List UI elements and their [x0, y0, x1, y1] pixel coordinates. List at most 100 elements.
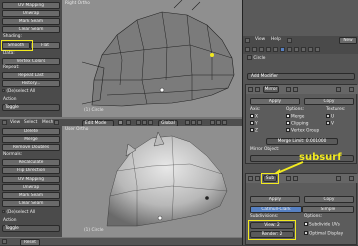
- checkbox-icon: [304, 231, 308, 235]
- layer-icon[interactable]: [191, 120, 196, 125]
- add-modifier-dropdown[interactable]: Add Modifier: [247, 73, 355, 80]
- display-toggle-icon[interactable]: [286, 176, 291, 181]
- texture-u-checkbox[interactable]: U: [326, 114, 334, 121]
- editor-type-icon[interactable]: [245, 38, 250, 43]
- viewport-bottom[interactable]: User Ortho (1) Circle: [62, 126, 242, 237]
- editmode-toggle-icon[interactable]: [293, 87, 298, 92]
- repeat-last-button[interactable]: Repeat Last: [2, 72, 60, 79]
- world-tab-icon[interactable]: [259, 47, 264, 52]
- action-dropdown[interactable]: Toggle: [2, 225, 60, 232]
- wrench-icon[interactable]: [280, 47, 285, 52]
- manipulator-icon[interactable]: [136, 120, 141, 125]
- simple-tab[interactable]: Simple: [302, 206, 354, 213]
- data-tab-icon[interactable]: [287, 47, 292, 52]
- smooth-highlight-box: [1, 40, 33, 51]
- horse-smooth-mesh: [106, 131, 228, 227]
- physics-tab-icon[interactable]: [315, 47, 320, 52]
- axis-y-checkbox[interactable]: Y: [250, 121, 258, 128]
- flip-direction-button[interactable]: Flip Direction: [2, 167, 60, 174]
- mark-seam-button[interactable]: Mark Seam: [2, 18, 60, 25]
- vertex-group-checkbox[interactable]: Vertex Group: [286, 128, 319, 135]
- catmull-clark-tab[interactable]: Catmull-Clark: [250, 206, 302, 213]
- move-up-icon[interactable]: [336, 87, 341, 92]
- move-up-icon[interactable]: [336, 176, 341, 181]
- axis-z-checkbox[interactable]: Z: [250, 128, 258, 135]
- merge-button[interactable]: Merge: [2, 136, 60, 143]
- select-menu[interactable]: Select: [24, 120, 37, 126]
- rotate-icon[interactable]: [148, 120, 153, 125]
- view-menu[interactable]: View: [10, 120, 20, 126]
- expand-icon[interactable]: [248, 176, 253, 181]
- textures-label: Textures:: [326, 107, 346, 112]
- action-label: Action: [3, 218, 17, 223]
- checkbox-icon: [286, 114, 290, 118]
- horse-wireframe-mesh: [81, 0, 235, 107]
- options-label: Options:: [286, 107, 305, 112]
- layer-icon[interactable]: [197, 120, 202, 125]
- view-menu[interactable]: View: [255, 37, 265, 43]
- uv-mapping-button[interactable]: UV Mapping: [2, 2, 60, 9]
- levels-highlight-box: [248, 220, 296, 240]
- vertex-select-icon[interactable]: [210, 120, 215, 125]
- checkbox-icon: [304, 222, 308, 226]
- close-icon[interactable]: [349, 87, 354, 92]
- subsurf-copy-button[interactable]: Copy: [304, 196, 354, 203]
- editor-type-icon[interactable]: [2, 239, 7, 244]
- object-tab-icon[interactable]: [266, 47, 271, 52]
- pivot-icon[interactable]: [126, 120, 131, 125]
- unwrap-button[interactable]: Unwrap: [2, 184, 60, 191]
- bottom-viewport-header: Reset: [0, 237, 242, 246]
- subdivide-uvs-checkbox[interactable]: Subdivide UVs: [304, 222, 340, 229]
- expand-icon[interactable]: [248, 87, 253, 92]
- history-button[interactable]: History...: [2, 80, 60, 87]
- mark-seam-button[interactable]: Mark Seam: [2, 192, 60, 199]
- checkbox-icon: [286, 128, 290, 132]
- action-dropdown[interactable]: Toggle: [2, 104, 60, 111]
- edge-select-icon[interactable]: [216, 120, 221, 125]
- texture-tab-icon[interactable]: [301, 47, 306, 52]
- reset-button-bottom[interactable]: Reset: [20, 238, 40, 246]
- mesh-menu[interactable]: Mesh: [42, 120, 53, 126]
- unwrap-button[interactable]: Unwrap: [2, 10, 60, 17]
- render-tab-icon[interactable]: [245, 47, 250, 52]
- constraints-tab-icon[interactable]: [273, 47, 278, 52]
- select-all-label[interactable]: (De)select All: [2, 210, 35, 216]
- clear-seam-button[interactable]: Clear Seam: [2, 26, 60, 33]
- particles-tab-icon[interactable]: [308, 47, 313, 52]
- select-all-label[interactable]: (De)select All: [2, 89, 35, 95]
- close-icon[interactable]: [349, 176, 354, 181]
- recalculate-button[interactable]: Recalculate: [2, 159, 60, 166]
- merge-limit-field[interactable]: Merge Limit: 0.001000: [266, 138, 338, 145]
- mirror-name-field[interactable]: Mirror: [263, 86, 279, 93]
- display-toggle-icon[interactable]: [286, 87, 291, 92]
- remove-doubles-button[interactable]: Remove Doubles: [2, 144, 60, 151]
- face-select-icon[interactable]: [222, 120, 227, 125]
- vertex-colors-button[interactable]: Vertex Colors: [2, 58, 60, 65]
- material-tab-icon[interactable]: [294, 47, 299, 52]
- new-button[interactable]: New: [339, 37, 357, 44]
- viewport-top[interactable]: Right Ortho (1) Circle: [62, 0, 242, 117]
- mirror-copy-button[interactable]: Copy: [304, 98, 354, 105]
- help-menu[interactable]: Help: [271, 37, 281, 43]
- flat-button[interactable]: Flat: [30, 42, 60, 49]
- triangle-icon: [2, 89, 5, 92]
- uv-mapping-button[interactable]: UV Mapping: [2, 176, 60, 183]
- subsurf-apply-button[interactable]: Apply: [250, 196, 300, 203]
- texture-v-checkbox[interactable]: V: [326, 121, 334, 128]
- scene-icon[interactable]: [287, 38, 292, 43]
- shading-icon[interactable]: [118, 120, 123, 125]
- axis-label: Axis:: [250, 107, 261, 112]
- mirror-apply-button[interactable]: Apply: [250, 98, 300, 105]
- merge-checkbox[interactable]: Merge: [286, 114, 304, 121]
- scene-tab-icon[interactable]: [252, 47, 257, 52]
- clear-seam-button[interactable]: Clear Seam: [2, 200, 60, 207]
- optimal-display-checkbox[interactable]: Optimal Display: [304, 231, 343, 238]
- data-label: Data:: [3, 51, 15, 56]
- clipping-checkbox[interactable]: Clipping: [286, 121, 309, 128]
- editmode-toggle-icon[interactable]: [293, 176, 298, 181]
- view-type-icon[interactable]: [2, 120, 7, 125]
- delete-button[interactable]: Delete: [2, 128, 60, 135]
- layer-icon[interactable]: [185, 120, 190, 125]
- axis-x-checkbox[interactable]: X: [250, 114, 258, 121]
- translate-icon[interactable]: [142, 120, 147, 125]
